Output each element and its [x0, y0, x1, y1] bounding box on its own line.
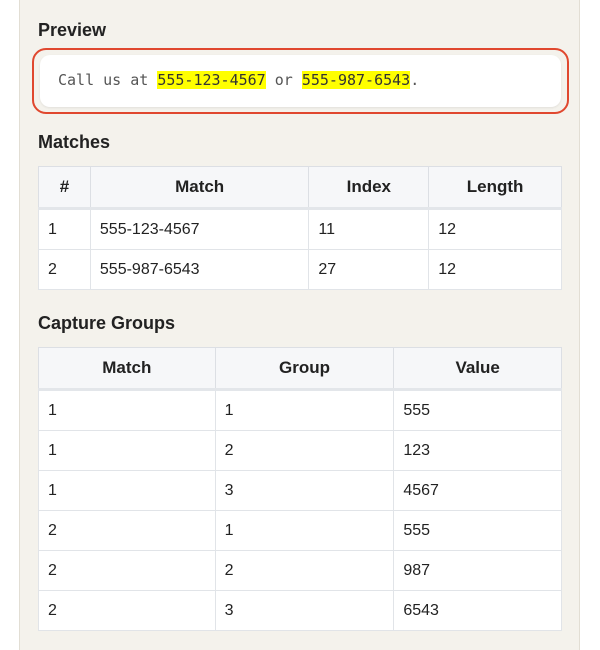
matches-table: # Match Index Length 1 555-123-4567 11 1… — [38, 166, 562, 290]
preview-text: Call us at 555-123-4567 or 555-987-6543. — [40, 55, 561, 107]
table-cell: 555-987-6543 — [89, 249, 310, 290]
table-cell: 987 — [393, 550, 562, 591]
table-cell: 555-123-4567 — [89, 208, 310, 250]
capture-groups-table: Match Group Value 1 1 555 1 2 123 1 3 45… — [38, 347, 562, 631]
preview-title: Preview — [38, 20, 107, 40]
matches-header-index: # — [38, 166, 91, 210]
groups-header-match: Match — [38, 347, 216, 391]
highlighted-match-1: 555-123-4567 — [157, 71, 266, 89]
matches-header-length: Length — [428, 166, 562, 210]
preview-text-after: . — [410, 71, 420, 89]
table-row: 1 2 123 — [38, 430, 562, 471]
matches-title: Matches — [38, 132, 111, 152]
preview-box: Call us at 555-123-4567 or 555-987-6543. — [32, 48, 569, 114]
table-cell: 2 — [38, 590, 216, 631]
table-cell: 1 — [38, 389, 216, 431]
table-cell: 11 — [308, 208, 430, 250]
table-cell: 1 — [214, 510, 395, 551]
table-row: 2 1 555 — [38, 510, 562, 551]
table-row: 2 3 6543 — [38, 590, 562, 631]
table-cell: 12 — [428, 208, 562, 250]
groups-header-value: Value — [393, 347, 562, 391]
preview-text-middle: or — [265, 71, 302, 89]
table-cell: 2 — [38, 510, 216, 551]
table-cell: 555 — [393, 389, 562, 431]
table-cell: 1 — [38, 208, 91, 250]
matches-header-row: # Match Index Length — [38, 166, 562, 210]
table-cell: 2 — [38, 249, 91, 290]
table-row: 1 555-123-4567 11 12 — [38, 208, 562, 250]
matches-header-position: Index — [308, 166, 430, 210]
highlighted-match-2: 555-987-6543 — [301, 71, 411, 89]
table-cell: 12 — [428, 249, 562, 290]
table-row: 1 1 555 — [38, 389, 562, 431]
groups-header-group: Group — [214, 347, 395, 391]
groups-header-row: Match Group Value — [38, 347, 562, 391]
table-cell: 1 — [38, 430, 216, 471]
table-cell: 3 — [214, 590, 395, 631]
table-cell: 3 — [214, 470, 395, 511]
table-cell: 2 — [38, 550, 216, 591]
table-cell: 1 — [38, 470, 216, 511]
preview-text-before: Call us at — [58, 71, 158, 89]
table-row: 1 3 4567 — [38, 470, 562, 511]
table-cell: 1 — [214, 389, 395, 431]
capture-groups-title: Capture Groups — [38, 313, 176, 333]
table-cell: 27 — [308, 249, 430, 290]
table-cell: 123 — [393, 430, 562, 471]
table-row: 2 555-987-6543 27 12 — [38, 249, 562, 290]
table-cell: 2 — [214, 550, 395, 591]
table-cell: 6543 — [393, 590, 562, 631]
table-cell: 555 — [393, 510, 562, 551]
matches-header-match: Match — [89, 166, 310, 210]
table-row: 2 2 987 — [38, 550, 562, 591]
table-cell: 2 — [214, 430, 395, 471]
table-cell: 4567 — [393, 470, 562, 511]
